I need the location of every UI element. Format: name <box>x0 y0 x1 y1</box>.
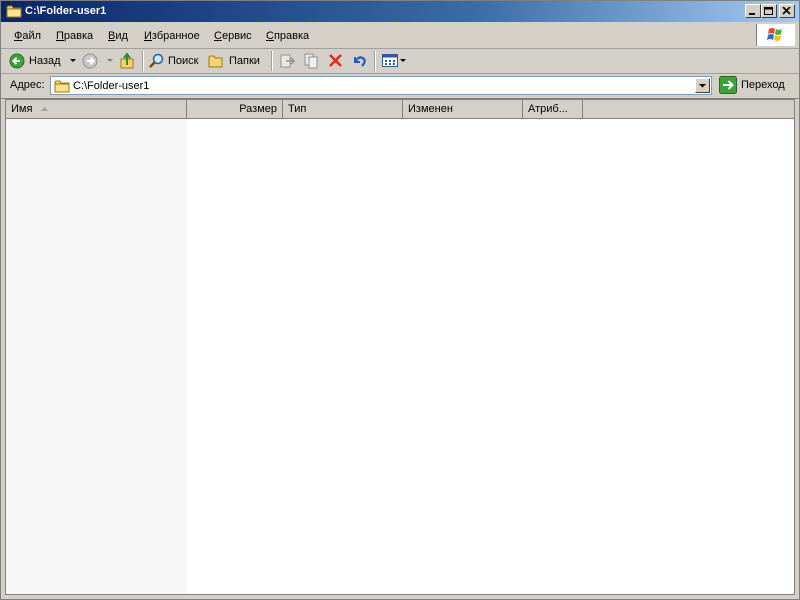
sorted-column-highlight <box>6 119 187 594</box>
toolbar-separator <box>374 51 376 71</box>
column-header-size[interactable]: Размер <box>187 100 283 118</box>
address-field[interactable]: C:\Folder-user1 <box>50 76 712 95</box>
search-label: Поиск <box>168 55 199 67</box>
forward-arrow-icon <box>82 53 98 69</box>
up-folder-icon <box>120 52 134 69</box>
minimize-icon <box>749 13 755 15</box>
move-to-button[interactable] <box>278 52 296 70</box>
minimize-button[interactable] <box>745 4 761 18</box>
move-to-icon <box>280 54 296 68</box>
copy-to-button[interactable] <box>303 52 321 70</box>
forward-dropdown-icon[interactable] <box>106 58 114 64</box>
explorer-window: C:\Folder-user1 Файл Правка Вид Избранно… <box>0 0 800 600</box>
menu-tools[interactable]: Сервис <box>214 30 252 43</box>
back-arrow-icon <box>9 53 25 69</box>
title-bar[interactable]: C:\Folder-user1 <box>1 1 799 22</box>
menu-bar: Файл Правка Вид Избранное Сервис Справка <box>1 22 799 49</box>
views-grid-icon <box>382 54 398 67</box>
menu-help[interactable]: Справка <box>266 30 309 43</box>
menu-favorites[interactable]: Избранное <box>144 30 200 43</box>
address-label: Адрес: <box>10 79 45 91</box>
column-header-attributes[interactable]: Атриб... <box>523 100 583 118</box>
chevron-down-icon <box>699 84 706 88</box>
go-arrow-icon <box>719 76 737 94</box>
windows-logo <box>756 24 795 46</box>
menu-edit[interactable]: Правка <box>56 30 93 43</box>
undo-button[interactable] <box>350 52 368 70</box>
address-value: C:\Folder-user1 <box>73 80 150 92</box>
close-button[interactable] <box>779 4 795 18</box>
undo-icon <box>354 56 366 67</box>
folders-label: Папки <box>229 55 260 67</box>
maximize-button[interactable] <box>761 4 777 18</box>
copy-to-icon <box>304 53 318 69</box>
search-icon <box>149 53 164 68</box>
folders-button[interactable]: Папки <box>207 52 265 70</box>
maximize-icon <box>764 7 773 15</box>
delete-x-icon <box>329 54 342 67</box>
toolbar-separator <box>271 51 273 71</box>
address-dropdown-button[interactable] <box>695 78 710 93</box>
column-header-name[interactable]: Имя <box>6 100 187 118</box>
folder-icon <box>6 5 22 18</box>
column-header-type[interactable]: Тип <box>283 100 403 118</box>
address-bar: Адрес: C:\Folder-user1 Переход <box>1 74 799 99</box>
go-button[interactable]: Переход <box>717 76 795 95</box>
back-button[interactable]: Назад <box>7 52 77 70</box>
forward-button[interactable] <box>82 52 116 70</box>
views-dropdown-icon <box>400 59 406 62</box>
windows-flag-icon <box>767 28 782 41</box>
views-button[interactable] <box>381 52 407 70</box>
file-list-view[interactable]: Имя Размер Тип Изменен Атриб... <box>5 99 795 595</box>
up-folder-button[interactable] <box>119 52 137 70</box>
folder-icon <box>54 80 70 93</box>
go-label: Переход <box>741 79 785 91</box>
column-header-modified[interactable]: Изменен <box>403 100 523 118</box>
window-title: C:\Folder-user1 <box>25 5 107 17</box>
delete-button[interactable] <box>327 52 345 70</box>
back-label: Назад <box>29 55 61 67</box>
back-dropdown-icon[interactable] <box>69 58 77 64</box>
column-header-row: Имя Размер Тип Изменен Атриб... <box>6 100 794 119</box>
search-button[interactable]: Поиск <box>148 52 202 70</box>
folders-icon <box>208 55 223 68</box>
toolbar-separator <box>142 51 144 71</box>
close-icon <box>782 7 791 15</box>
menu-file[interactable]: Файл <box>14 30 41 43</box>
standard-toolbar: Назад Поиск Папки <box>1 49 799 74</box>
menu-view[interactable]: Вид <box>108 30 128 43</box>
sort-ascending-icon <box>41 107 48 111</box>
